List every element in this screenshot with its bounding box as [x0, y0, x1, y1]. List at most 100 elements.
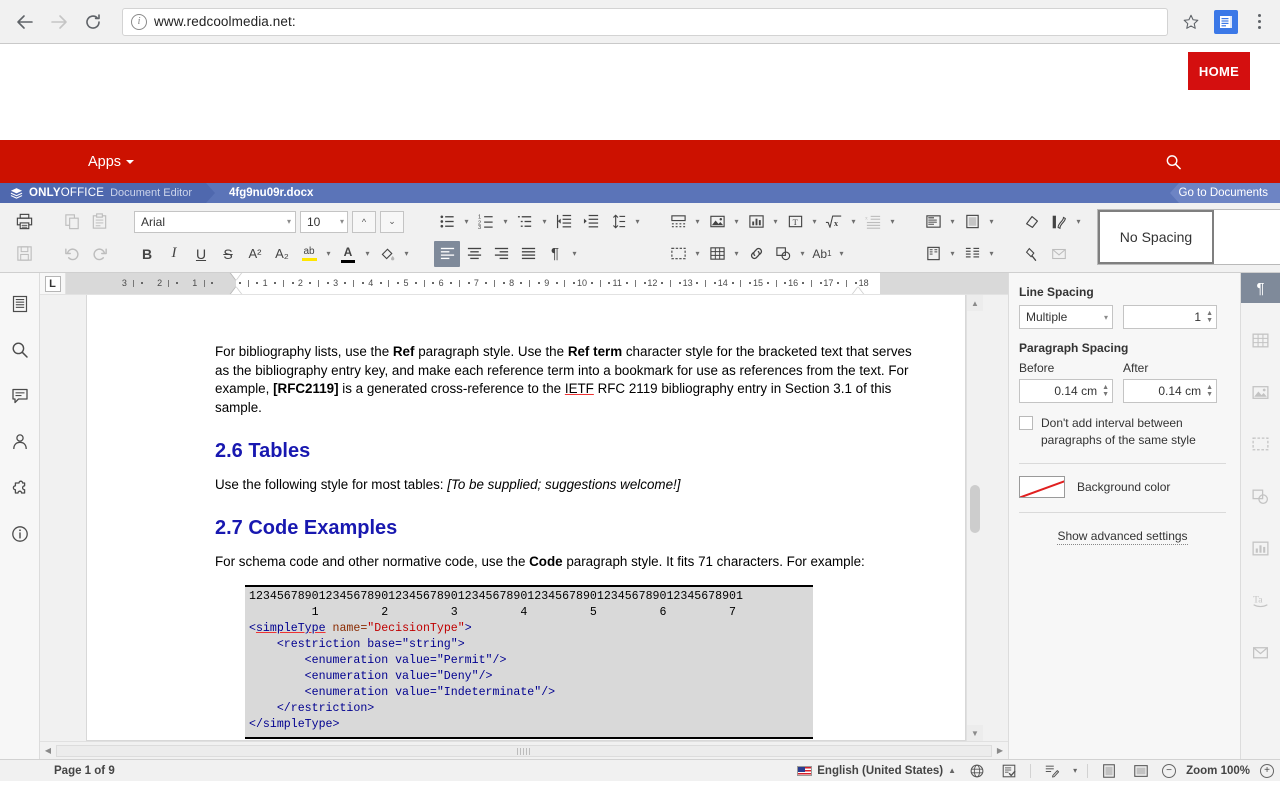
bold-button[interactable]: B — [134, 241, 160, 267]
search-icon[interactable] — [1165, 153, 1182, 170]
fit-page-icon[interactable] — [1098, 762, 1120, 780]
paragraph-bibliography[interactable]: For bibliography lists, use the Ref para… — [215, 343, 913, 418]
plugins-icon[interactable] — [7, 475, 33, 501]
no-interval-checkbox[interactable] — [1019, 416, 1033, 430]
zoom-out-icon[interactable]: − — [1162, 764, 1176, 778]
background-color-swatch[interactable] — [1019, 476, 1065, 498]
vertical-scroll-thumb[interactable] — [970, 485, 980, 533]
style-next[interactable] — [1214, 210, 1280, 264]
heading-2-7-code-examples[interactable]: 2.7 Code Examples — [215, 517, 913, 540]
page-setup-icon[interactable] — [665, 241, 691, 267]
chevron-down-icon[interactable]: ▾ — [1073, 766, 1077, 775]
fit-width-icon[interactable] — [1130, 762, 1152, 780]
columns-icon[interactable] — [920, 241, 946, 267]
chevron-down-icon[interactable]: ▾ — [500, 209, 511, 235]
address-bar[interactable]: i www.redcoolmedia.net: — [122, 8, 1168, 36]
horizontal-ruler[interactable]: 321123456789101112131415161718 — [66, 273, 1008, 294]
track-changes-icon[interactable] — [1041, 762, 1063, 780]
spacing-before-spinner[interactable]: 0.14 cm ▲▼ — [1019, 379, 1113, 403]
chat-icon[interactable] — [7, 429, 33, 455]
horizontal-scroll-grip[interactable] — [517, 748, 531, 755]
italic-button[interactable]: I — [161, 241, 187, 267]
chevron-down-icon[interactable]: ▾ — [848, 209, 859, 235]
star-icon[interactable] — [1178, 9, 1204, 35]
chevron-down-icon[interactable]: ▾ — [947, 209, 958, 235]
chevron-down-icon[interactable]: ▾ — [362, 241, 373, 267]
insert-textbox-icon[interactable]: T — [782, 209, 808, 235]
line-spacing-value-spinner[interactable]: 1 ▲▼ — [1123, 305, 1217, 329]
page-break-icon[interactable] — [665, 209, 691, 235]
spacing-after-spinner[interactable]: 0.14 cm ▲▼ — [1123, 379, 1217, 403]
copy-icon[interactable] — [59, 209, 85, 235]
show-formatting-icon[interactable]: ¶ — [542, 241, 568, 267]
chevron-down-icon[interactable]: ▾ — [461, 209, 472, 235]
horizontal-scroll-track[interactable] — [56, 745, 992, 757]
document-page[interactable]: For bibliography lists, use the Ref para… — [86, 295, 966, 741]
chevron-down-icon[interactable]: ▾ — [569, 241, 580, 267]
spellcheck-icon[interactable] — [998, 762, 1020, 780]
chevron-down-icon[interactable]: ▾ — [947, 241, 958, 267]
insert-shape-icon[interactable] — [770, 241, 796, 267]
style-no-spacing[interactable]: No Spacing — [1098, 210, 1214, 264]
code-block[interactable]: 1234567890123456789012345678901234567890… — [245, 585, 813, 739]
spinner-arrows-icon[interactable]: ▲▼ — [1102, 385, 1109, 398]
scroll-right-arrow-icon[interactable]: ▶ — [992, 743, 1008, 759]
insert-table-icon[interactable] — [704, 241, 730, 267]
heading-2-6-tables[interactable]: 2.6 Tables — [215, 440, 913, 463]
paint-bucket-icon[interactable] — [374, 241, 400, 267]
strikethrough-button[interactable]: S — [215, 241, 241, 267]
apps-menu[interactable]: Apps — [88, 154, 134, 170]
reload-icon[interactable] — [78, 7, 108, 37]
no-interval-checkbox-row[interactable]: Don't add interval between paragraphs of… — [1019, 415, 1226, 449]
font-size-combobox[interactable]: 10 ▾ — [300, 211, 348, 233]
text-columns-icon[interactable] — [959, 241, 985, 267]
chevron-down-icon[interactable]: ▾ — [1073, 209, 1084, 235]
tab-stop-selector[interactable]: L — [40, 273, 66, 294]
bullet-list-icon[interactable] — [434, 209, 460, 235]
chevron-down-icon[interactable]: ▾ — [632, 209, 643, 235]
kebab-menu-icon[interactable] — [1248, 14, 1270, 29]
chevron-down-icon[interactable]: ▾ — [731, 209, 742, 235]
back-arrow-icon[interactable] — [10, 7, 40, 37]
drop-cap-icon[interactable]: x — [860, 209, 886, 235]
vertical-scrollbar[interactable]: ▲ ▼ — [966, 295, 982, 741]
show-advanced-settings-link[interactable]: Show advanced settings — [1019, 529, 1226, 543]
hyperlink-icon[interactable] — [743, 241, 769, 267]
copy-style-icon[interactable] — [1019, 241, 1045, 267]
paragraph-code-style[interactable]: For schema code and other normative code… — [215, 553, 913, 572]
subscript-button[interactable]: A₂ — [269, 241, 295, 267]
chevron-down-icon[interactable]: ▾ — [986, 241, 997, 267]
spinner-arrows-icon[interactable]: ▲▼ — [1206, 311, 1213, 324]
footnote-icon[interactable]: Ab1 — [809, 241, 835, 267]
color-scheme-icon[interactable] — [1046, 209, 1072, 235]
insert-chart-icon[interactable] — [743, 209, 769, 235]
insert-equation-icon[interactable]: x — [821, 209, 847, 235]
increase-indent-icon[interactable] — [578, 209, 604, 235]
chevron-down-icon[interactable]: ▾ — [692, 209, 703, 235]
align-right-icon[interactable] — [488, 241, 514, 267]
right-indent-marker[interactable] — [852, 287, 864, 294]
font-name-combobox[interactable]: Arial ▾ — [134, 211, 296, 233]
paste-icon[interactable] — [86, 209, 112, 235]
chevron-down-icon[interactable]: ▾ — [770, 209, 781, 235]
first-line-indent-marker[interactable] — [230, 273, 242, 280]
line-spacing-mode-select[interactable]: Multiple ▾ — [1019, 305, 1113, 329]
paragraph-tables-style[interactable]: Use the following style for most tables:… — [215, 476, 913, 495]
language-selector[interactable]: English (United States) ▲ — [797, 765, 956, 777]
chevron-down-icon[interactable]: ▾ — [836, 241, 847, 267]
text-art-settings-icon[interactable]: Ta — [1244, 585, 1278, 615]
onlyoffice-brand[interactable]: ONLYOFFICE Document Editor — [0, 183, 206, 203]
chevron-down-icon[interactable]: ▾ — [401, 241, 412, 267]
clear-style-icon[interactable] — [1019, 209, 1045, 235]
search-icon[interactable] — [7, 337, 33, 363]
undo-icon[interactable] — [59, 241, 85, 267]
save-icon[interactable] — [11, 241, 37, 267]
redo-icon[interactable] — [86, 241, 112, 267]
info-icon[interactable]: i — [131, 14, 147, 30]
multilevel-list-icon[interactable] — [512, 209, 538, 235]
align-justify-icon[interactable] — [515, 241, 541, 267]
go-to-documents-link[interactable]: Go to Documents — [1179, 183, 1280, 203]
navigation-icon[interactable] — [7, 291, 33, 317]
comments-icon[interactable] — [7, 383, 33, 409]
numbered-list-icon[interactable]: 123 — [473, 209, 499, 235]
